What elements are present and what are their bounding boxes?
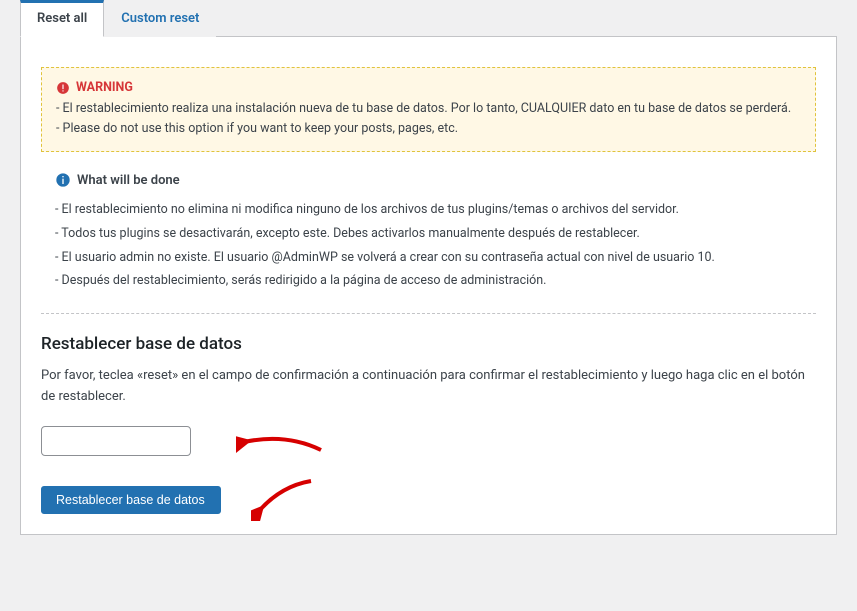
info-item: - Después del restablecimiento, serás re…	[55, 269, 816, 293]
warning-line-1: - El restablecimiento realiza una instal…	[56, 99, 801, 119]
reset-button[interactable]: Restablecer base de datos	[41, 486, 221, 514]
warning-label: WARNING	[76, 80, 133, 95]
reset-heading: Restablecer base de datos	[41, 334, 816, 354]
confirm-input[interactable]	[41, 426, 191, 456]
info-list: - El restablecimiento no elimina ni modi…	[41, 198, 816, 293]
info-label: What will be done	[77, 173, 180, 188]
divider	[41, 313, 816, 314]
confirm-input-row	[41, 426, 816, 456]
panel-reset-all: WARNING - El restablecimiento realiza un…	[20, 37, 837, 535]
info-title: What will be done	[55, 172, 816, 188]
tab-custom-reset[interactable]: Custom reset	[104, 0, 216, 37]
arrow-annotation-icon	[236, 428, 326, 458]
info-item: - Todos tus plugins se desactivarán, exc…	[55, 222, 816, 246]
info-item: - El restablecimiento no elimina ni modi…	[55, 198, 816, 222]
warning-box: WARNING - El restablecimiento realiza un…	[41, 67, 816, 152]
tab-reset-all[interactable]: Reset all	[20, 0, 104, 37]
reset-button-row: Restablecer base de datos	[41, 486, 816, 514]
info-item: - El usuario admin no existe. El usuario…	[55, 246, 816, 270]
warning-icon	[56, 81, 70, 95]
warning-title: WARNING	[56, 80, 801, 95]
warning-line-2: - Please do not use this option if you w…	[56, 119, 801, 139]
arrow-annotation-icon	[251, 476, 321, 521]
tabs-bar: Reset all Custom reset	[20, 0, 837, 37]
reset-instruction: Por favor, teclea «reset» en el campo de…	[41, 366, 816, 408]
info-icon	[55, 172, 71, 188]
